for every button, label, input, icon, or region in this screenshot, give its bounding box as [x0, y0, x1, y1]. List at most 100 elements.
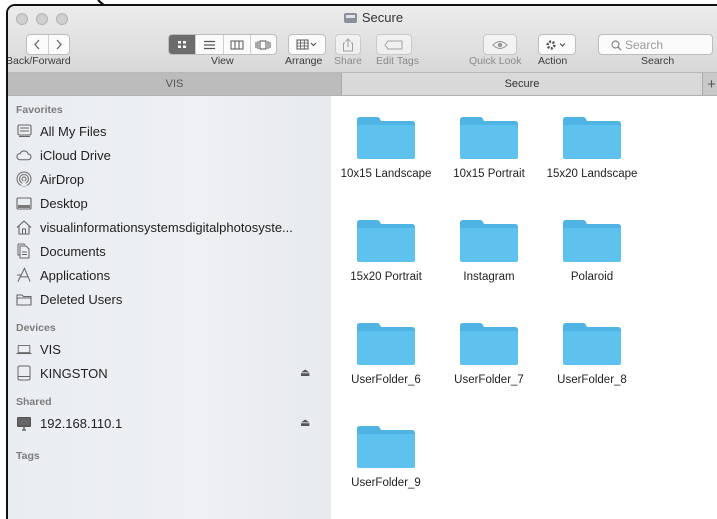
folder-icon	[460, 220, 518, 262]
airdrop-icon	[16, 171, 32, 187]
folder-item[interactable]: Instagram	[434, 219, 544, 283]
back-forward-control	[26, 34, 70, 55]
search-field[interactable]: Search	[598, 34, 713, 55]
sidebar-section-shared: Shared	[16, 396, 52, 408]
quick-look-button[interactable]	[483, 34, 517, 55]
laptop-icon	[16, 341, 32, 357]
list-icon	[203, 40, 215, 49]
sidebar-item-deleted-users[interactable]: Deleted Users	[16, 288, 122, 310]
view-label: View	[211, 55, 234, 67]
quick-look-label: Quick Look	[469, 55, 522, 67]
cover-flow-icon	[255, 40, 271, 49]
sidebar-section-favorites: Favorites	[16, 104, 63, 116]
folder-item[interactable]: 15x20 Portrait	[331, 219, 441, 283]
folder-content-area: 10x15 Landscape 10x15 Portrait 15x20 Lands…	[331, 96, 717, 519]
tab-bar: VIS Secure +	[8, 73, 717, 96]
gear-icon	[546, 39, 566, 50]
desktop-icon	[16, 195, 32, 211]
folder-item[interactable]: UserFolder_9	[331, 425, 441, 489]
forward-button[interactable]	[49, 35, 70, 54]
tab-secure[interactable]: Secure	[342, 73, 702, 95]
list-view-button[interactable]	[196, 35, 224, 54]
action-label: Action	[538, 55, 568, 67]
folder-item[interactable]: 10x15 Landscape	[331, 116, 441, 180]
window-title: Secure	[361, 10, 404, 25]
drive-icon	[343, 12, 357, 23]
tab-vis[interactable]: VIS	[8, 73, 342, 95]
sidebar-item-label: iCloud Drive	[40, 147, 111, 163]
folder-icon	[460, 117, 518, 159]
folder-icon	[16, 291, 32, 307]
folder-item[interactable]: 10x15 Portrait	[434, 116, 544, 180]
sidebar-item-desktop[interactable]: Desktop	[16, 192, 88, 214]
action-button[interactable]	[538, 34, 576, 55]
plus-icon: +	[707, 75, 716, 93]
back-button[interactable]	[27, 35, 49, 54]
share-button[interactable]	[335, 34, 361, 55]
arrange-button[interactable]	[288, 34, 326, 55]
sidebar-item-server[interactable]: 192.168.110.1	[16, 412, 122, 434]
folder-label: UserFolder_9	[351, 477, 421, 489]
tab-vis-label: VIS	[165, 78, 184, 90]
folder-item[interactable]: 15x20 Landscape	[537, 116, 647, 180]
sidebar-item-label: 192.168.110.1	[40, 415, 123, 431]
search-label: Search	[641, 55, 675, 67]
sidebar-item-airdrop[interactable]: AirDrop	[16, 168, 84, 190]
sidebar-item-label: VIS	[40, 341, 61, 357]
folder-label: Instagram	[463, 271, 515, 283]
tag-icon	[384, 40, 403, 49]
icon-view-button[interactable]	[169, 35, 197, 54]
folder-icon	[357, 426, 415, 468]
toolbar: Secure Back/Forward View Arrange Share E…	[8, 6, 717, 73]
tab-secure-label: Secure	[504, 78, 540, 90]
monitor-icon	[16, 415, 32, 431]
chevron-right-icon	[56, 39, 62, 50]
sidebar-item-all-my-files[interactable]: All My Files	[16, 120, 106, 142]
sidebar-item-applications[interactable]: Applications	[16, 264, 110, 286]
edit-tags-label: Edit Tags	[376, 55, 419, 67]
search-placeholder: Search	[625, 37, 664, 52]
finder-window: Secure Back/Forward View Arrange Share E…	[6, 4, 717, 519]
sidebar-item-home[interactable]: visualinformationsystemsdigitalphotosyst…	[16, 216, 293, 238]
folder-label: UserFolder_7	[454, 374, 524, 386]
folder-icon	[563, 220, 621, 262]
eject-kingston-icon[interactable]: ⏏	[300, 366, 310, 379]
share-icon	[343, 37, 353, 51]
folder-item[interactable]: Polaroid	[537, 219, 647, 283]
new-tab-button[interactable]: +	[702, 73, 717, 95]
sidebar-item-label: Deleted Users	[40, 291, 123, 307]
sidebar-section-tags: Tags	[16, 450, 40, 462]
sidebar-item-label: visualinformationsystemsdigitalphotosyst…	[40, 219, 293, 235]
cover-flow-button[interactable]	[251, 35, 276, 54]
applications-icon	[16, 267, 32, 283]
sidebar-item-icloud-drive[interactable]: iCloud Drive	[16, 144, 111, 166]
folder-item[interactable]: UserFolder_6	[331, 322, 441, 386]
back-forward-label: Back/Forward	[6, 55, 71, 67]
folder-icon	[357, 117, 415, 159]
sidebar-section-devices: Devices	[16, 322, 56, 334]
folder-icon	[563, 117, 621, 159]
folder-item[interactable]: UserFolder_8	[537, 322, 647, 386]
sidebar-item-label: AirDrop	[40, 171, 85, 187]
sidebar-item-vis[interactable]: VIS	[16, 338, 61, 360]
columns-icon	[230, 40, 244, 49]
sidebar-item-kingston[interactable]: KINGSTON	[16, 362, 108, 384]
folder-item[interactable]: UserFolder_7	[434, 322, 544, 386]
folder-label: 10x15 Landscape	[340, 168, 432, 180]
all-files-icon	[16, 123, 32, 139]
folder-label: 15x20 Portrait	[350, 271, 422, 283]
eye-icon	[492, 40, 508, 49]
folder-icon	[563, 323, 621, 365]
eject-server-icon[interactable]: ⏏	[300, 416, 310, 429]
documents-icon	[16, 243, 32, 259]
view-control	[168, 34, 277, 55]
column-view-button[interactable]	[224, 35, 251, 54]
folder-label: 10x15 Portrait	[453, 168, 525, 180]
folder-label: UserFolder_6	[351, 374, 421, 386]
icon-grid-icon	[177, 41, 186, 48]
sidebar-item-documents[interactable]: Documents	[16, 240, 106, 262]
arrange-label: Arrange	[285, 55, 323, 67]
edit-tags-button[interactable]	[376, 34, 412, 55]
folder-label: 15x20 Landscape	[546, 168, 638, 180]
sidebar-item-label: Desktop	[40, 195, 88, 211]
